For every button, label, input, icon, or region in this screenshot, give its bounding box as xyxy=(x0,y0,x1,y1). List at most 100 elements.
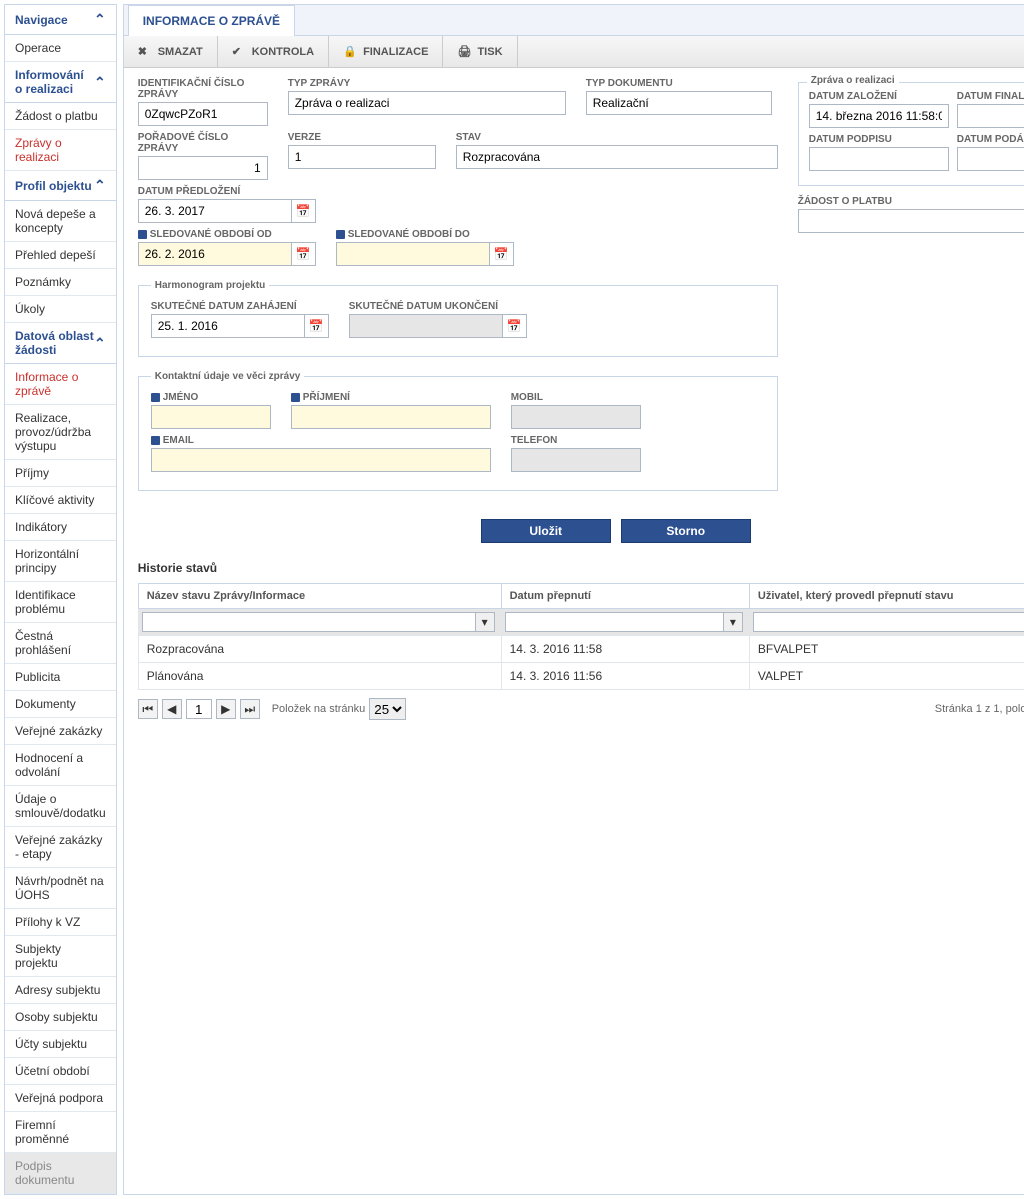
nav-item-ukoly[interactable]: Úkoly xyxy=(5,296,116,323)
delete-button[interactable]: ✖SMAZAT xyxy=(124,36,218,67)
pager-per-select[interactable]: 25 xyxy=(369,698,406,720)
input-podani[interactable] xyxy=(957,147,1024,171)
input-telefon[interactable] xyxy=(511,448,641,472)
finalize-label: FINALIZACE xyxy=(363,46,428,58)
input-finalizace[interactable] xyxy=(957,104,1024,128)
nav-item-subjekty[interactable]: Subjekty projektu xyxy=(5,936,116,977)
print-button[interactable]: 🖨TISK xyxy=(443,36,517,67)
nav-item-osoby[interactable]: Osoby subjektu xyxy=(5,1004,116,1031)
tab-informace-zprave[interactable]: INFORMACE O ZPRÁVĚ xyxy=(128,5,295,36)
nav-item-horizontalni[interactable]: Horizontální principy xyxy=(5,541,116,582)
calendar-icon[interactable]: 📅 xyxy=(503,314,527,338)
nav-item-firemni[interactable]: Firemní proměnné xyxy=(5,1112,116,1153)
label-obdobi-od: SLEDOVANÉ OBDOBÍ OD xyxy=(138,229,316,240)
nav-item-hodnoceni[interactable]: Hodnocení a odvolání xyxy=(5,745,116,786)
nav-section-navigace[interactable]: Navigace ⌃ xyxy=(5,5,116,35)
cancel-button[interactable]: Storno xyxy=(621,519,751,543)
input-podpisu[interactable] xyxy=(809,147,949,171)
pager-per-label: Položek na stránku xyxy=(272,703,366,715)
chevron-up-icon: ⌃ xyxy=(94,11,106,28)
input-id-zpravy[interactable] xyxy=(138,102,268,126)
filter-icon[interactable]: ▾ xyxy=(723,612,743,632)
nav-item-verejna-podpora[interactable]: Veřejná podpora xyxy=(5,1085,116,1112)
pager-next[interactable]: ▶ xyxy=(216,699,236,719)
pager-first[interactable]: ⏮ xyxy=(138,699,158,719)
fieldset-kontakt: Kontaktní údaje ve věci zprávy JMÉNO PŘÍ… xyxy=(138,371,778,491)
col-nazev[interactable]: Název stavu Zprávy/Informace xyxy=(138,584,501,609)
label-stav: STAV xyxy=(456,132,778,143)
nav-item-publicita[interactable]: Publicita xyxy=(5,664,116,691)
nav-item-ucetni-obdobi[interactable]: Účetní období xyxy=(5,1058,116,1085)
table-row[interactable]: Rozpracována 14. 3. 2016 11:58 BFVALPET xyxy=(138,636,1024,663)
nav-item-prilohy-vz[interactable]: Přílohy k VZ xyxy=(5,909,116,936)
col-datum[interactable]: Datum přepnutí xyxy=(501,584,749,609)
input-email[interactable] xyxy=(151,448,491,472)
nav-item-klicove-aktivity[interactable]: Klíčové aktivity xyxy=(5,487,116,514)
nav-item-podpis[interactable]: Podpis dokumentu xyxy=(5,1153,116,1194)
nav-item-ucty[interactable]: Účty subjektu xyxy=(5,1031,116,1058)
cell-datum: 14. 3. 2016 11:56 xyxy=(501,663,749,690)
table-row[interactable]: Plánována 14. 3. 2016 11:56 VALPET xyxy=(138,663,1024,690)
nav-item-indikatory[interactable]: Indikátory xyxy=(5,514,116,541)
check-button[interactable]: ✔KONTROLA xyxy=(218,36,329,67)
input-poradove[interactable] xyxy=(138,156,268,180)
input-obdobi-od[interactable] xyxy=(138,242,292,266)
input-zalozeni[interactable] xyxy=(809,104,949,128)
nav-item-nova-depese[interactable]: Nová depeše a koncepty xyxy=(5,201,116,242)
nav-item-cestna[interactable]: Čestná prohlášení xyxy=(5,623,116,664)
label-zadost-platbu: ŽÁDOST O PLATBU xyxy=(798,196,1024,207)
calendar-icon[interactable]: 📅 xyxy=(292,242,316,266)
nav-item-adresy[interactable]: Adresy subjektu xyxy=(5,977,116,1004)
input-predlozeni[interactable] xyxy=(138,199,292,223)
nav-item-uohs[interactable]: Návrh/podnět na ÚOHS xyxy=(5,868,116,909)
label-typ-dokumentu: TYP DOKUMENTU xyxy=(586,78,772,89)
input-stav[interactable] xyxy=(456,145,778,169)
nav-item-dokumenty[interactable]: Dokumenty xyxy=(5,691,116,718)
nav-section-profil[interactable]: Profil objektu ⌃ xyxy=(5,171,116,201)
pager-last[interactable]: ⏭ xyxy=(240,699,260,719)
input-verze[interactable] xyxy=(288,145,436,169)
input-jmeno[interactable] xyxy=(151,405,271,429)
print-icon: 🖨 xyxy=(457,45,471,59)
nav-item-udaje-smlouve[interactable]: Údaje o smlouvě/dodatku xyxy=(5,786,116,827)
calendar-icon[interactable]: 📅 xyxy=(292,199,316,223)
filter-uzivatel[interactable] xyxy=(753,612,1024,632)
input-mobil[interactable] xyxy=(511,405,641,429)
col-uzivatel[interactable]: Uživatel, který provedl přepnutí stavu xyxy=(749,584,1024,609)
pager-page-input[interactable] xyxy=(186,699,212,719)
nav-item-prehled-depesi[interactable]: Přehled depeší xyxy=(5,242,116,269)
nav-item-realizace[interactable]: Realizace, provoz/údržba výstupu xyxy=(5,405,116,460)
filter-icon[interactable]: ▾ xyxy=(475,612,495,632)
nav-item-vz-etapy[interactable]: Veřejné zakázky - etapy xyxy=(5,827,116,868)
label-typ-zpravy: TYP ZPRÁVY xyxy=(288,78,566,89)
filter-datum[interactable] xyxy=(505,612,724,632)
tab-bar: INFORMACE O ZPRÁVĚ xyxy=(124,5,1024,36)
nav-item-identifikace-problemu[interactable]: Identifikace problému xyxy=(5,582,116,623)
nav-item-zpravy-realizaci[interactable]: Zprávy o realizaci xyxy=(5,130,116,171)
calendar-icon[interactable]: 📅 xyxy=(490,242,514,266)
nav-item-prijmy[interactable]: Příjmy xyxy=(5,460,116,487)
input-obdobi-do[interactable] xyxy=(336,242,490,266)
input-zahajeni[interactable] xyxy=(151,314,305,338)
pager-prev[interactable]: ◀ xyxy=(162,699,182,719)
nav-section-datova[interactable]: Datová oblast žádosti ⌃ xyxy=(5,323,116,364)
nav-item-zadost-platbu[interactable]: Žádost o platbu xyxy=(5,103,116,130)
label-finalizace: DATUM FINALIZACE xyxy=(957,91,1024,102)
nav-item-operace[interactable]: Operace xyxy=(5,35,116,62)
input-zadost-platbu[interactable] xyxy=(798,209,1024,233)
nav-section-title: Datová oblast žádosti xyxy=(15,329,94,357)
chevron-up-icon: ⌃ xyxy=(94,74,106,91)
input-typ-zpravy[interactable] xyxy=(288,91,566,115)
finalize-button[interactable]: 🔒FINALIZACE xyxy=(329,36,443,67)
filter-nazev[interactable] xyxy=(142,612,476,632)
save-button[interactable]: Uložit xyxy=(481,519,611,543)
nav-section-informovani[interactable]: Informování o realizaci ⌃ xyxy=(5,62,116,103)
input-ukonceni[interactable] xyxy=(349,314,503,338)
nav-item-informace-zprave[interactable]: Informace o zprávě xyxy=(5,364,116,405)
input-prijmeni[interactable] xyxy=(291,405,491,429)
pager-info: Stránka 1 z 1, položky 1 až 2 z 2 xyxy=(935,703,1024,715)
nav-item-poznamky[interactable]: Poznámky xyxy=(5,269,116,296)
calendar-icon[interactable]: 📅 xyxy=(305,314,329,338)
input-typ-dokumentu[interactable] xyxy=(586,91,772,115)
nav-item-verejne-zakazky[interactable]: Veřejné zakázky xyxy=(5,718,116,745)
